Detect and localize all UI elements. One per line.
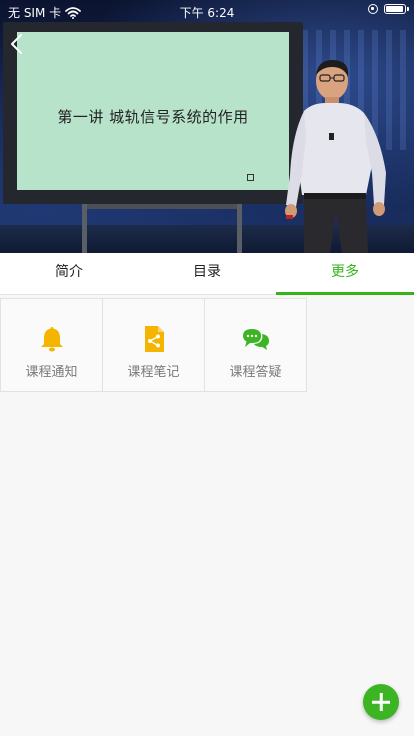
- battery-icon: [384, 4, 409, 14]
- lecture-title: 第一讲 城轨信号系统的作用: [57, 108, 249, 126]
- rotation-lock-icon: [368, 4, 378, 14]
- course-notes-button[interactable]: 课程笔记: [102, 298, 205, 392]
- course-qa-button[interactable]: 课程答疑: [204, 298, 307, 392]
- bell-icon: [40, 327, 63, 352]
- tab-catalog[interactable]: 目录: [138, 253, 276, 295]
- presenter-figure: [285, 59, 386, 253]
- chat-bubbles-icon: [242, 329, 269, 350]
- feature-grid: 课程通知 课程笔记 课程答疑: [0, 298, 312, 394]
- course-notes-label: 课程笔记: [127, 365, 180, 380]
- whiteboard-stand: [82, 204, 242, 253]
- course-video[interactable]: 第一讲 城轨信号系统的作用 无 SIM 卡 下午 6:24: [0, 0, 414, 253]
- whiteboard-screen: 第一讲 城轨信号系统的作用: [17, 32, 289, 190]
- status-time: 下午 6:24: [179, 6, 235, 20]
- share-document-icon: [144, 326, 164, 352]
- whiteboard-frame: 第一讲 城轨信号系统的作用: [3, 22, 303, 204]
- course-notice-label: 课程通知: [25, 365, 78, 380]
- course-notice-button[interactable]: 课程通知: [0, 298, 103, 392]
- add-button[interactable]: [363, 684, 399, 720]
- tab-more[interactable]: 更多: [276, 253, 414, 295]
- course-tabs: 简介 目录 更多: [0, 253, 414, 295]
- status-right: [368, 4, 409, 14]
- board-marker-icon: [247, 174, 254, 181]
- active-tab-indicator: [276, 292, 414, 295]
- course-qa-label: 课程答疑: [229, 365, 282, 380]
- tab-intro[interactable]: 简介: [0, 253, 138, 295]
- back-button[interactable]: [7, 33, 27, 55]
- status-bar: 无 SIM 卡 下午 6:24: [0, 0, 414, 22]
